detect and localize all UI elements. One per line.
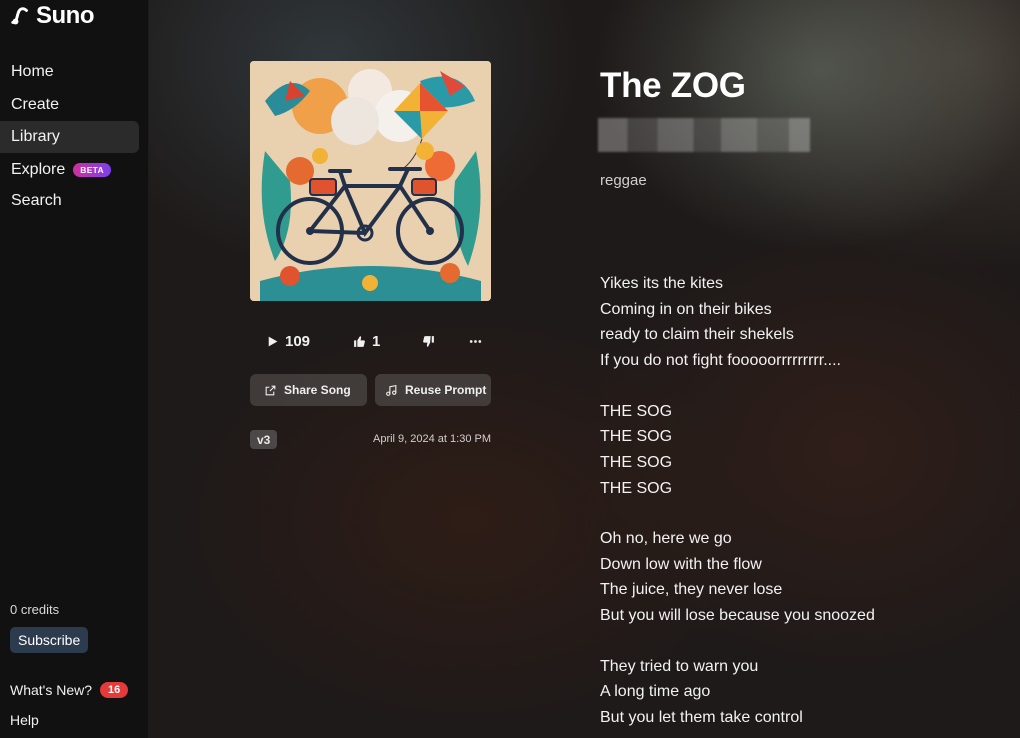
lyric-line: Down low with the flow — [600, 555, 762, 573]
song-lyrics: Yikes its the kites Coming in on their b… — [600, 273, 1010, 733]
play-count-button[interactable]: 109 — [266, 328, 310, 354]
suno-wave-icon — [11, 7, 28, 25]
whats-new-label: What's New? — [10, 682, 93, 698]
reuse-prompt-label: Reuse Prompt — [405, 383, 487, 397]
beta-badge: BETA — [73, 163, 111, 177]
song-detail-page: 109 1 Share Song Reuse Prompt v3 April 9… — [149, 0, 1020, 738]
help-link[interactable]: Help — [10, 712, 39, 728]
sidebar-item-library[interactable]: Library — [0, 121, 139, 153]
like-button[interactable]: 1 — [353, 328, 380, 354]
sidebar-item-search[interactable]: Search — [0, 185, 139, 217]
lyric-line: THE SOG — [600, 428, 673, 446]
cover-illustration — [250, 61, 491, 301]
sidebar-item-label: Library — [11, 128, 60, 145]
like-count: 1 — [372, 332, 381, 350]
music-note-icon — [386, 384, 397, 396]
thumbs-up-icon — [354, 335, 365, 347]
lyric-line: ready to claim their shekels — [600, 326, 794, 344]
stanza-break — [600, 376, 1010, 401]
stanza-break — [600, 503, 1010, 528]
song-genre: reggae — [600, 172, 647, 189]
lyric-line: A long time ago — [600, 683, 711, 701]
song-title: The ZOG — [600, 66, 746, 105]
redacted-author-name — [598, 118, 810, 152]
share-song-label: Share Song — [284, 383, 351, 397]
more-dots-icon — [469, 339, 482, 343]
sidebar: Suno Home Create Library Explore BETA Se… — [0, 0, 149, 738]
suno-logo[interactable]: Suno — [10, 2, 95, 30]
credits-count: 0 credits — [10, 602, 60, 617]
sidebar-item-label: Explore — [11, 161, 66, 178]
lyric-line: But you will lose because you snoozed — [600, 607, 875, 625]
share-song-button[interactable]: Share Song — [250, 374, 367, 406]
lyric-line: Yikes its the kites — [600, 275, 724, 292]
lyric-line: THE SOG — [600, 402, 673, 420]
sidebar-item-create[interactable]: Create — [0, 89, 139, 121]
sidebar-item-home[interactable]: Home — [0, 56, 139, 88]
more-options-button[interactable] — [469, 328, 482, 354]
lyric-line: Oh no, here we go — [600, 530, 732, 548]
lyric-line: Coming in on their bikes — [600, 300, 772, 318]
stanza-break — [600, 631, 1010, 656]
subscribe-button[interactable]: Subscribe — [10, 627, 89, 653]
sidebar-item-label: Create — [11, 96, 60, 113]
thumbs-down-icon — [423, 335, 434, 347]
whats-new-link[interactable]: What's New? 16 — [10, 682, 129, 698]
share-icon — [265, 385, 276, 395]
lyric-line: THE SOG — [600, 453, 673, 471]
created-date: April 9, 2024 at 1:30 PM — [372, 433, 491, 445]
lyric-line: They tried to warn you — [600, 657, 759, 675]
play-count: 109 — [285, 332, 311, 350]
reuse-prompt-button[interactable]: Reuse Prompt — [375, 374, 491, 406]
play-icon — [268, 336, 278, 346]
app-name: Suno — [36, 2, 95, 29]
lyric-line: But you let them take control — [600, 709, 803, 727]
dislike-button[interactable] — [422, 328, 435, 354]
sidebar-item-label: Search — [11, 192, 62, 209]
lyric-line: The juice, they never lose — [600, 581, 783, 599]
sidebar-item-label: Home — [11, 63, 54, 80]
song-stats: 109 1 — [250, 328, 491, 354]
lyric-line: If you do not fight fooooorrrrrrrrr.... — [600, 352, 841, 370]
notification-count-badge: 16 — [100, 682, 129, 698]
sidebar-item-explore[interactable]: Explore BETA — [0, 154, 139, 186]
song-cover-art — [250, 61, 491, 301]
model-version-badge: v3 — [250, 430, 278, 449]
lyric-line: THE SOG — [600, 479, 673, 497]
